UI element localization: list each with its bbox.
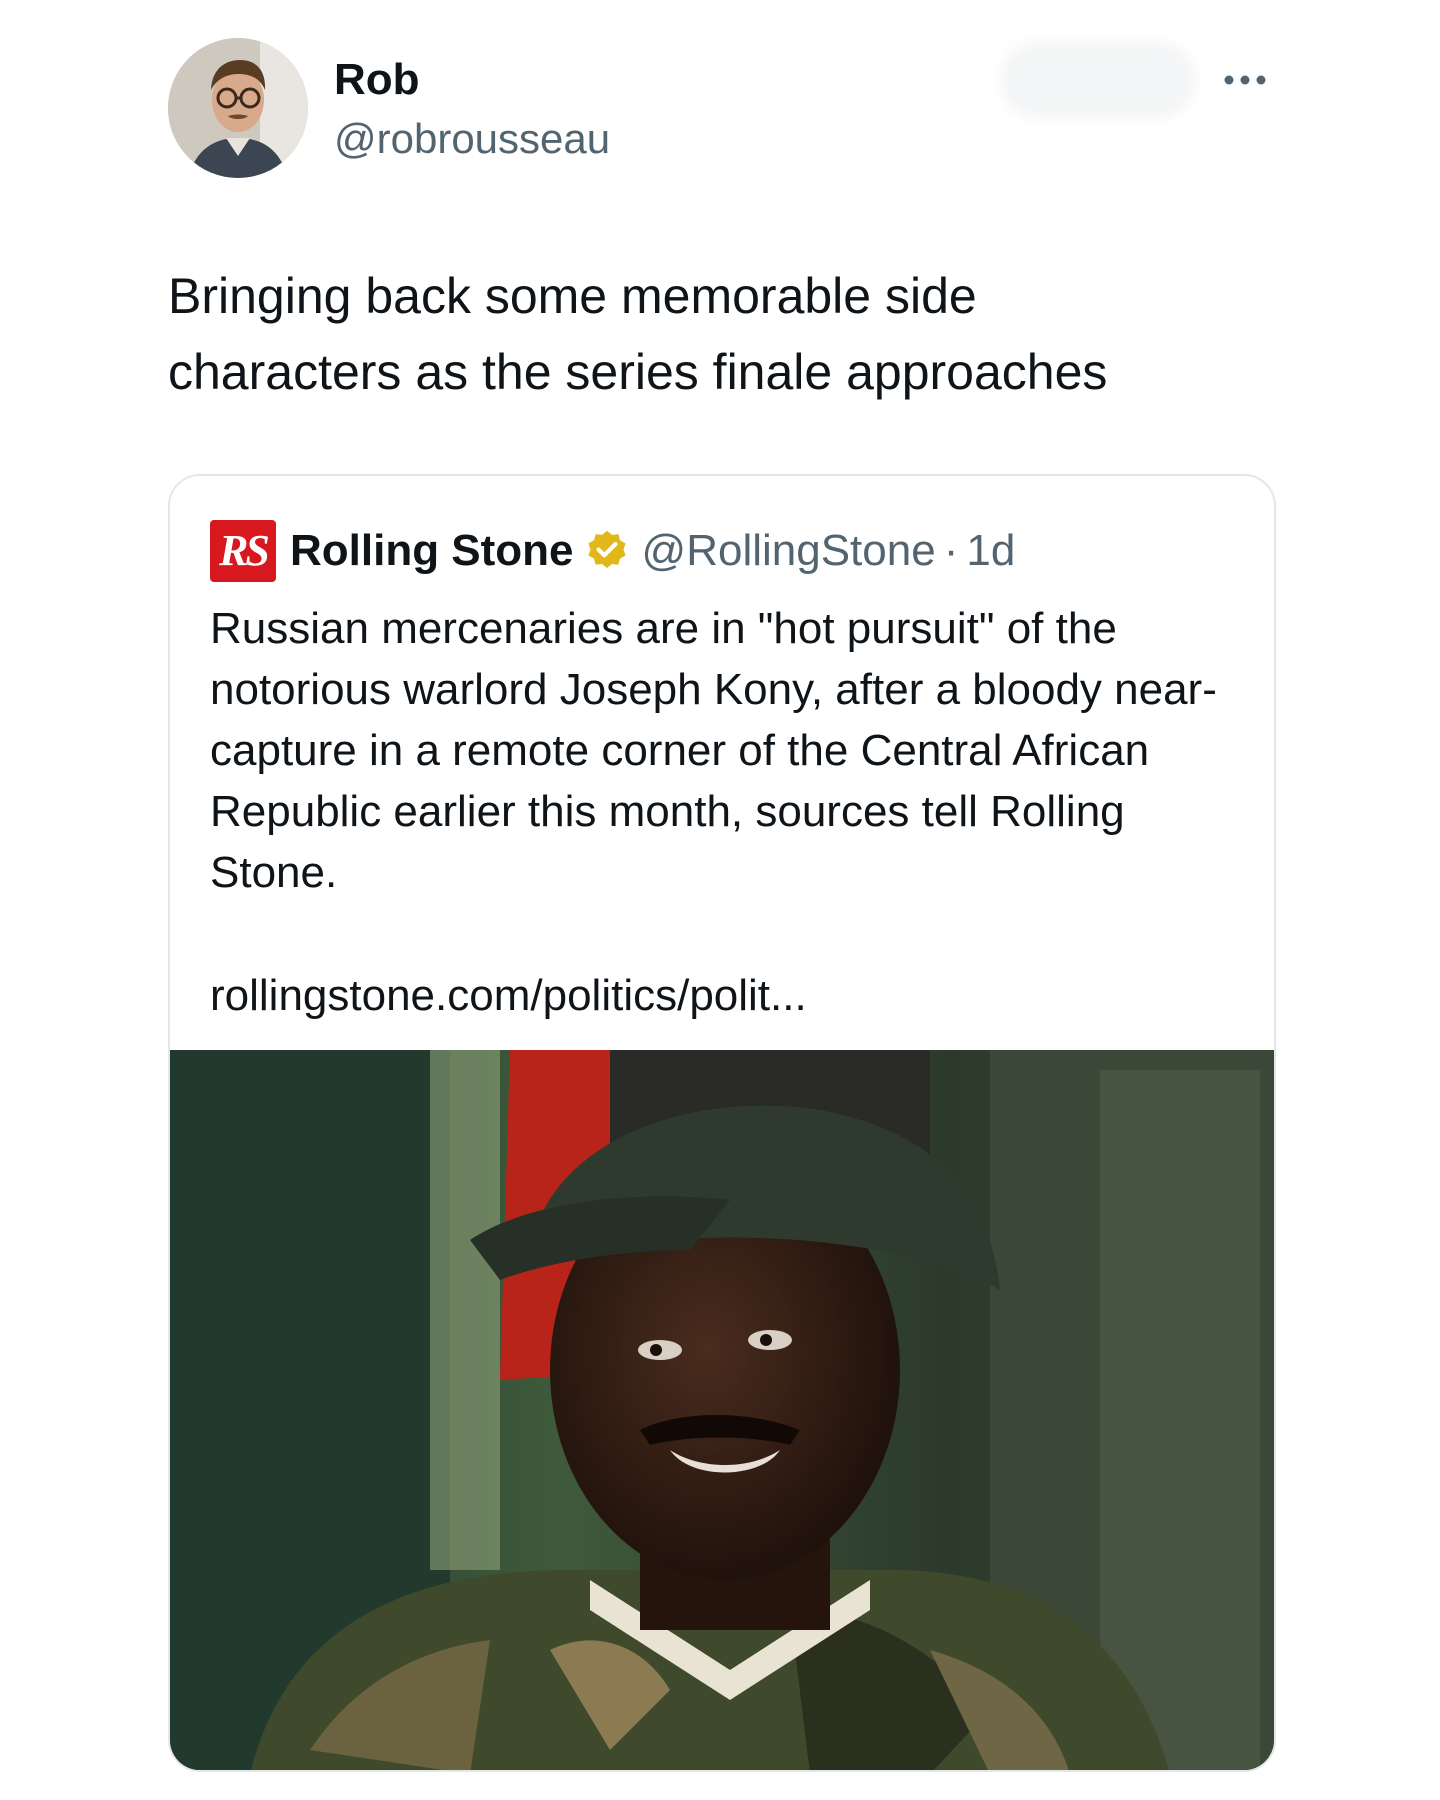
redacted-area — [1000, 42, 1196, 118]
rolling-stone-logo-icon[interactable]: RS — [210, 520, 276, 582]
author-display-name[interactable]: Rob — [334, 52, 420, 108]
verified-badge-icon — [584, 528, 630, 574]
header-separator: · — [943, 526, 959, 575]
tweet-text: Bringing back some memorable side charac… — [168, 268, 1108, 400]
author-handle[interactable]: @robrousseau — [334, 112, 610, 166]
logo-text: RS — [219, 526, 270, 575]
quoted-tweet-text: Russian mercenaries are in "hot pursuit"… — [210, 604, 1217, 897]
quoted-timestamp[interactable]: 1d — [966, 526, 1015, 576]
article-photo-icon — [170, 1050, 1274, 1770]
quoted-author-handle[interactable]: @RollingStone — [642, 526, 936, 576]
quoted-tweet-header: RS Rolling Stone @RollingStone · 1d — [210, 516, 1015, 586]
article-link[interactable]: rollingstone.com/politics/polit... — [210, 966, 807, 1026]
quoted-author-name[interactable]: Rolling Stone — [290, 526, 574, 576]
more-horizontal-icon — [1224, 75, 1266, 85]
profile-photo-icon — [168, 38, 308, 178]
author-avatar[interactable] — [168, 38, 308, 178]
article-photo[interactable] — [170, 1050, 1274, 1770]
quoted-tweet-card[interactable]: RS Rolling Stone @RollingStone · 1d Russ… — [168, 474, 1276, 1772]
more-options-button[interactable] — [1218, 62, 1272, 98]
